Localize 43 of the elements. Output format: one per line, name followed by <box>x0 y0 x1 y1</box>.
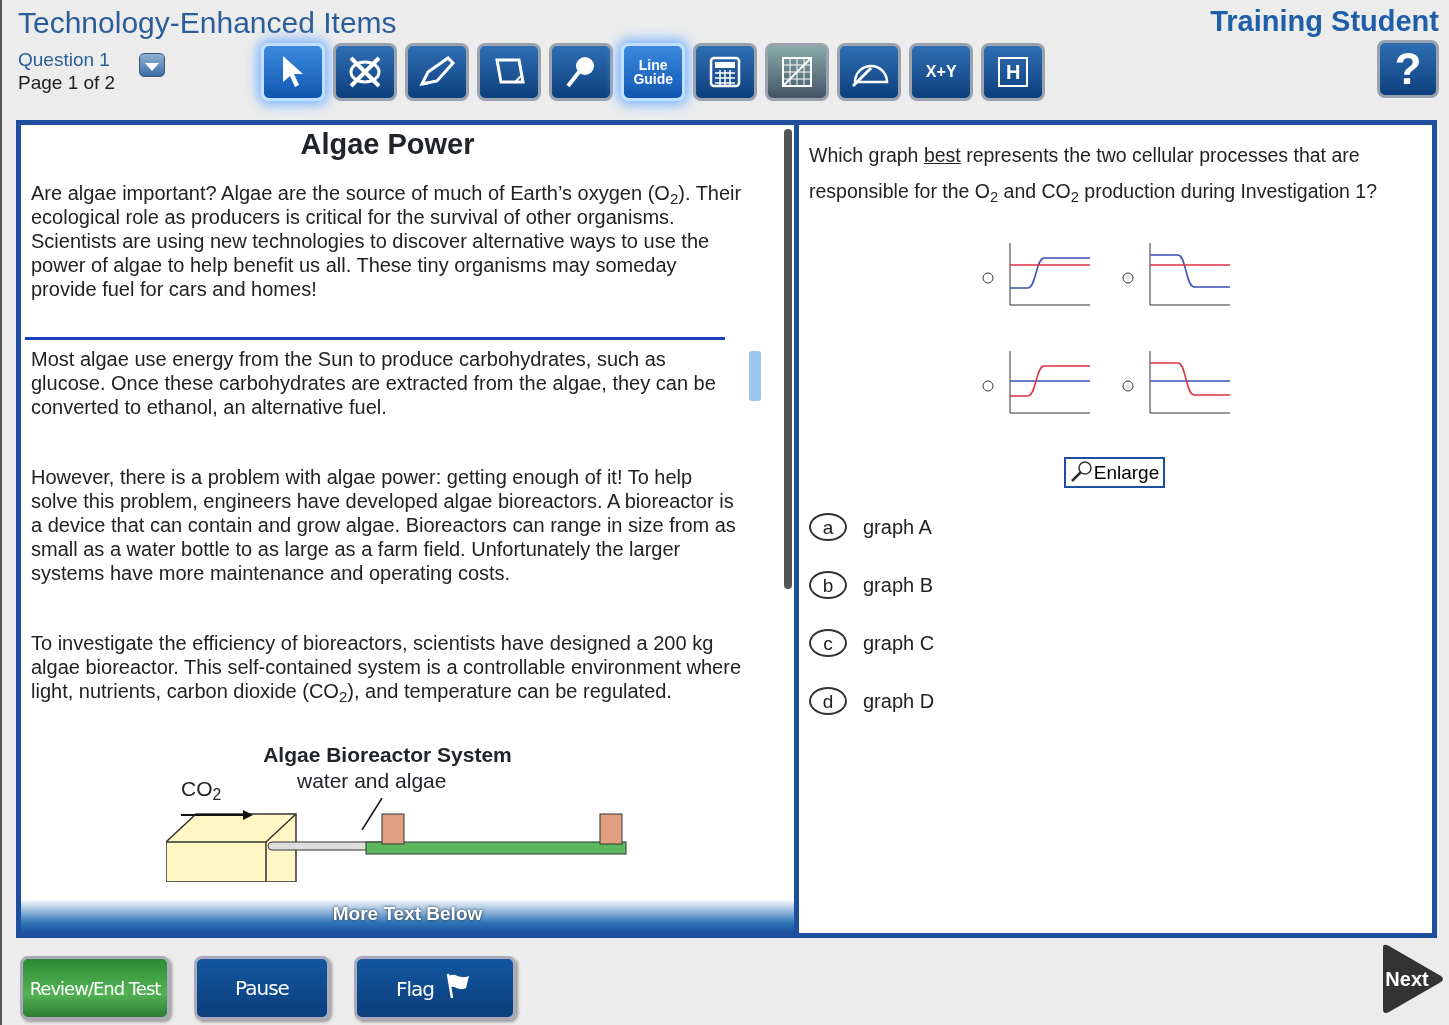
caret-icon <box>144 61 161 72</box>
pause-button[interactable]: Pause <box>194 956 330 1020</box>
enlarge-button[interactable]: Enlarge <box>1063 457 1166 488</box>
question-dropdown[interactable] <box>139 53 166 77</box>
passage-paragraph: To investigate the efficiency of bioreactors, scientists have designed a 200 kg algae bioreactor. This self-contained system is a controllable environment where light, nutrients, carbon dioxide (CO$_{2}$), and temperature can be regulated. <box>31 630 742 703</box>
option-letter: b <box>809 571 847 599</box>
passage-paragraph: Most algae use energy from the Sun to produce carbohydrates, such as glucose. Once these carbohydrates are extracted from the algae, they can be converted to ethanol, an alternative fuel. <box>31 346 717 419</box>
tool-button[interactable]: X+Y <box>909 43 974 101</box>
answer-option[interactable]: b graph B <box>809 570 1420 600</box>
tool-button[interactable] <box>765 43 830 101</box>
answer-option[interactable]: c graph C <box>809 628 1420 658</box>
page-indicator: Page 1 of 2 <box>18 72 116 95</box>
magnifier-icon <box>1069 459 1094 483</box>
leader-line <box>361 798 383 831</box>
tool-button[interactable] <box>333 43 398 101</box>
option-letter: a <box>809 513 847 541</box>
flag-button[interactable]: Flag <box>354 956 516 1020</box>
tool-button[interactable] <box>837 43 902 101</box>
passage-title: Algae Power <box>299 129 476 161</box>
app-title: Technology-Enhanced Items <box>18 6 397 39</box>
answer-option[interactable]: a graph A <box>809 512 1420 542</box>
passage-paragraph: Are algae important? Algae are the source of much of Earth’s oxygen (O$_{2}$). Their ecological role as producers is critical for the survival of other organisms. Scientists are using new technologies to discover alternative ways to use the power of algae to help benefit us all. These tiny organisms may someday provide fuel for cars and homes! <box>31 180 743 301</box>
scrollbar-thumb[interactable] <box>784 129 792 589</box>
option-letter: d <box>809 687 847 715</box>
option-letter: c <box>809 629 847 657</box>
tank-label: water and algae <box>297 770 447 792</box>
tool-button[interactable]: Line Guide <box>621 43 686 101</box>
tool-button[interactable]: H <box>981 43 1046 101</box>
arrow-icon <box>181 810 253 821</box>
student-name: Training Student <box>1210 6 1439 38</box>
tool-button[interactable] <box>405 43 470 101</box>
line-guide-handle[interactable] <box>749 351 761 401</box>
tool-button[interactable] <box>549 43 614 101</box>
question-number: Question 1 <box>18 49 111 72</box>
passage-paragraph: However, there is a problem with algae power: getting enough of it! To help solve this problem, engineers have developed algae bioreactors. A bioreactor is a device that can contain and grow algae. Bioreactors can range in size from as small as a water bottle to as large as a farm field. Unfortunately the larger systems have more maintenance and operating costs. <box>31 464 737 585</box>
figure-title: Algae Bioreactor System <box>262 741 513 768</box>
tool-button[interactable] <box>693 43 758 101</box>
gas-label: CO$_{2}$ <box>181 778 222 800</box>
answer-option[interactable]: d graph D <box>809 686 1420 716</box>
help-button[interactable]: ? <box>1377 40 1439 98</box>
tool-button[interactable] <box>477 43 542 101</box>
question-text: Which graph best represents the two cellular processes that are responsible for the O$_{2}$ and CO$_{2}$ production during Investigation 1? <box>809 143 1379 207</box>
more-text-banner: More Text Below <box>21 899 794 933</box>
